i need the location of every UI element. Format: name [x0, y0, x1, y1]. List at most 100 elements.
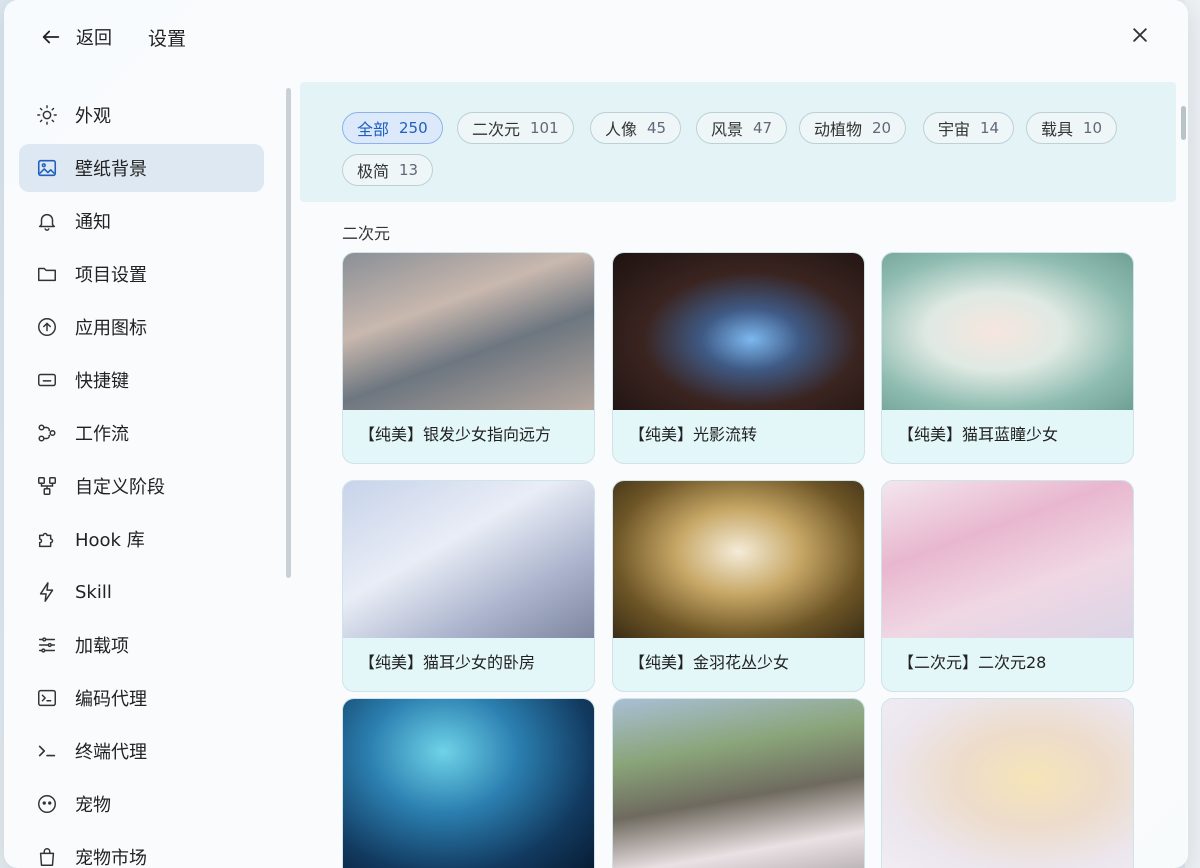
image-icon — [35, 156, 59, 180]
wallpaper-card[interactable]: 【纯美】猫耳少女的卧房 — [342, 480, 595, 692]
content-scrollbar[interactable] — [1181, 106, 1186, 140]
sidebar-item-coding-agent[interactable]: 编码代理 — [19, 674, 264, 722]
chip-count: 45 — [647, 119, 667, 137]
filter-chip-all[interactable]: 全部 250 — [342, 112, 443, 144]
chip-count: 10 — [1083, 119, 1103, 137]
sidebar-item-workflow[interactable]: 工作流 — [19, 409, 264, 457]
lightning-icon — [35, 580, 59, 604]
filter-chip-space[interactable]: 宇宙 14 — [923, 112, 1015, 144]
chip-label: 二次元 — [472, 120, 521, 139]
wallpaper-thumbnail — [613, 481, 864, 638]
sidebar-item-label: 通知 — [75, 212, 111, 233]
sidebar-item-label: 应用图标 — [75, 318, 147, 339]
chip-count: 47 — [753, 119, 773, 137]
back-button[interactable]: 返回 — [40, 24, 112, 50]
wallpaper-thumbnail — [343, 253, 594, 410]
wallpaper-card[interactable]: 【纯美】银发少女指向远方 — [342, 252, 595, 464]
chip-label: 极简 — [357, 162, 390, 181]
wallpaper-thumbnail — [343, 699, 594, 868]
upload-circle-icon — [35, 315, 59, 339]
chip-label: 人像 — [605, 120, 638, 139]
sidebar-item-pet-market[interactable]: 宠物市场 — [19, 833, 264, 868]
sidebar-item-label: Hook 库 — [75, 530, 145, 551]
sidebar-item-terminal-agent[interactable]: 终端代理 — [19, 727, 264, 775]
sidebar-item-notifications[interactable]: 通知 — [19, 197, 264, 245]
chip-count: 101 — [530, 119, 559, 137]
workflow-icon — [35, 421, 59, 445]
wallpaper-card[interactable]: 【纯美】光影流转 — [612, 252, 865, 464]
sidebar-item-label: Skill — [75, 581, 112, 603]
filter-chip-animals-plants[interactable]: 动植物 20 — [799, 112, 907, 144]
wallpaper-card[interactable] — [881, 698, 1134, 868]
keyboard-icon — [35, 368, 59, 392]
pet-icon — [35, 792, 59, 816]
sidebar-item-label: 宠物 — [75, 795, 111, 816]
sidebar-item-appearance[interactable]: 外观 — [19, 91, 264, 139]
filter-chip-vehicles[interactable]: 载具 10 — [1026, 112, 1118, 144]
filter-chip-portrait[interactable]: 人像 45 — [590, 112, 682, 144]
filter-chip-anime[interactable]: 二次元 101 — [457, 112, 574, 144]
section-title: 二次元 — [342, 224, 391, 243]
prompt-icon — [35, 739, 59, 763]
sidebar-item-app-icon[interactable]: 应用图标 — [19, 303, 264, 351]
arrow-left-icon — [42, 30, 60, 44]
chip-label: 风景 — [711, 120, 744, 139]
sun-icon — [35, 103, 59, 127]
sidebar-item-shortcuts[interactable]: 快捷键 — [19, 356, 264, 404]
sidebar-item-label: 工作流 — [75, 424, 129, 445]
wallpaper-caption: 【纯美】猫耳少女的卧房 — [359, 653, 536, 672]
sidebar-item-label: 壁纸背景 — [75, 159, 147, 180]
sliders-icon — [35, 633, 59, 657]
wallpaper-thumbnail — [882, 699, 1133, 868]
bell-icon — [35, 209, 59, 233]
settings-dialog: 返回 设置 外观 壁纸背景 通知 项目设置 应用图标 快捷键 工作流 自定义阶段… — [4, 0, 1188, 868]
sidebar-item-label: 宠物市场 — [75, 848, 147, 868]
filter-chip-minimal[interactable]: 极简 13 — [342, 154, 434, 186]
sidebar-item-label: 外观 — [75, 106, 111, 127]
sidebar-item-pet[interactable]: 宠物 — [19, 780, 264, 828]
chip-label: 宇宙 — [938, 120, 971, 139]
dialog-header: 返回 设置 — [4, 0, 1188, 74]
wallpaper-card[interactable]: 【二次元】二次元28 — [881, 480, 1134, 692]
page-title: 设置 — [148, 27, 187, 50]
sidebar-item-skill[interactable]: Skill — [19, 568, 264, 616]
chip-label: 动植物 — [814, 120, 863, 139]
sidebar-scrollbar[interactable] — [286, 88, 291, 578]
chip-count: 13 — [399, 161, 419, 179]
terminal-box-icon — [35, 686, 59, 710]
wallpaper-thumbnail — [882, 253, 1133, 410]
chip-label: 载具 — [1041, 120, 1074, 139]
chip-count: 250 — [399, 119, 428, 137]
wallpaper-caption: 【纯美】猫耳蓝瞳少女 — [898, 425, 1059, 444]
sidebar-item-label: 终端代理 — [75, 742, 147, 763]
puzzle-icon — [35, 527, 59, 551]
wallpaper-card[interactable] — [342, 698, 595, 868]
stages-icon — [35, 474, 59, 498]
chip-count: 14 — [980, 119, 1000, 137]
sidebar-item-label: 加载项 — [75, 636, 129, 657]
wallpaper-thumbnail — [343, 481, 594, 638]
wallpaper-content: 全部 250 二次元 101 人像 45 风景 47 动植物 20 宇宙 14 载具 10 极… — [300, 74, 1188, 868]
close-icon[interactable] — [1130, 25, 1150, 45]
wallpaper-card[interactable]: 【纯美】金羽花丛少女 — [612, 480, 865, 692]
chip-label: 全部 — [357, 120, 390, 139]
wallpaper-caption: 【纯美】金羽花丛少女 — [629, 653, 790, 672]
wallpaper-caption: 【二次元】二次元28 — [898, 653, 1047, 672]
wallpaper-thumbnail — [613, 253, 864, 410]
filter-chip-landscape[interactable]: 风景 47 — [696, 112, 788, 144]
sidebar-item-hook-library[interactable]: Hook 库 — [19, 515, 264, 563]
settings-sidebar: 外观 壁纸背景 通知 项目设置 应用图标 快捷键 工作流 自定义阶段 Hook … — [4, 88, 294, 868]
back-label: 返回 — [76, 28, 112, 49]
sidebar-item-custom-stages[interactable]: 自定义阶段 — [19, 462, 264, 510]
wallpaper-card[interactable] — [612, 698, 865, 868]
wallpaper-thumbnail — [882, 481, 1133, 638]
wallpaper-thumbnail — [613, 699, 864, 868]
sidebar-item-label: 编码代理 — [75, 689, 147, 710]
bag-icon — [35, 845, 59, 868]
wallpaper-caption: 【纯美】光影流转 — [629, 425, 758, 444]
sidebar-item-project-settings[interactable]: 项目设置 — [19, 250, 264, 298]
wallpaper-card[interactable]: 【纯美】猫耳蓝瞳少女 — [881, 252, 1134, 464]
sidebar-item-label: 快捷键 — [75, 371, 129, 392]
sidebar-item-addons[interactable]: 加载项 — [19, 621, 264, 669]
sidebar-item-wallpaper[interactable]: 壁纸背景 — [19, 144, 264, 192]
